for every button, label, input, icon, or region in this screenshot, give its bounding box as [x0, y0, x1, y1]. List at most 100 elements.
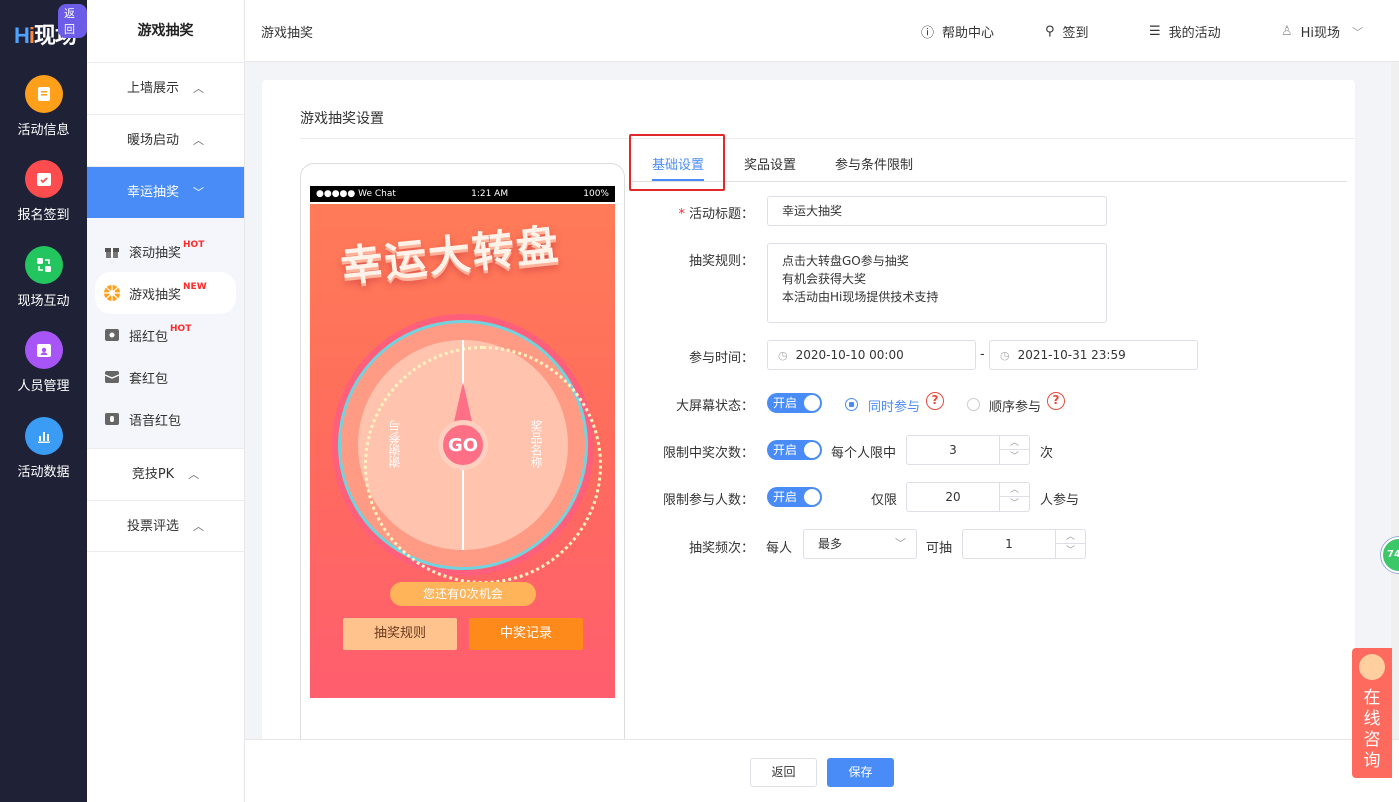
chevron-down-icon[interactable]: ﹀ — [1000, 497, 1029, 511]
online-consult-button[interactable]: 在线咨询 — [1352, 648, 1392, 778]
rules-label: 抽奖规则： — [688, 254, 754, 269]
limit-win-stepper[interactable]: 3 ︿ ﹀ — [906, 435, 1030, 465]
sub-item-label: 摇红包 — [129, 329, 169, 345]
prize-wheel: 谢谢参与 奖品名称 GO — [332, 314, 602, 584]
sub-item-label: 语音红包 — [129, 413, 182, 429]
limit-win-switch[interactable]: 开启 — [767, 440, 822, 460]
frequency-stepper[interactable]: 1 ︿ ﹀ — [962, 529, 1086, 559]
cover-redpacket-icon — [103, 368, 121, 386]
radio-simultaneous-label[interactable]: 同时参与 — [868, 396, 920, 415]
limit-people-suffix: 人参与 — [1040, 493, 1080, 508]
title-input[interactable]: 幸运大抽奖 — [767, 196, 1107, 226]
settings-card: 游戏抽奖设置 ●●●●● We Chat 1:21 AM 100% 幸运大转盘 … — [262, 80, 1355, 783]
chevron-up-icon: ︿ — [193, 82, 204, 95]
radio-simultaneous[interactable] — [845, 398, 858, 411]
scrollbar[interactable] — [1391, 62, 1399, 739]
frequency-mid: 可抽 — [926, 541, 953, 556]
limit-people-switch[interactable]: 开启 — [767, 487, 822, 507]
shake-redpacket-icon — [103, 326, 121, 344]
menu-group-label: 竞技PK — [131, 467, 175, 482]
menu-group-vote[interactable]: 投票评选 ︿ — [87, 500, 244, 552]
start-time-value: 2020-10-10 00:00 — [795, 348, 904, 362]
rail-item-data[interactable]: 活动数据 — [0, 417, 87, 480]
records-button[interactable]: 中奖记录 — [469, 618, 583, 650]
support-avatar-icon — [1359, 654, 1385, 680]
voice-redpacket-icon — [103, 410, 121, 428]
user-name: Hi现场 — [1300, 26, 1341, 41]
sub-item-cover-redpacket[interactable]: 套红包 — [87, 356, 244, 398]
frequency-select-value: 最多 — [818, 537, 843, 551]
help-icon[interactable]: ? — [926, 392, 944, 410]
end-time-value: 2021-10-31 23:59 — [1017, 348, 1126, 362]
stepper-arrows: ︿ ﹀ — [999, 436, 1029, 464]
chevron-up-icon[interactable]: ︿ — [1000, 483, 1029, 497]
help-center-link[interactable]: ⓘ 帮助中心 — [921, 22, 994, 41]
footer-bar: 返回 保存 — [245, 739, 1399, 802]
rail-item-signup[interactable]: 报名签到 — [0, 160, 87, 223]
floating-badge[interactable]: 74 — [1381, 537, 1399, 573]
screen-status-switch[interactable]: 开启 — [767, 393, 822, 413]
stepper-arrows: ︿ ﹀ — [999, 483, 1029, 511]
settings-tabs: 基础设置 奖品设置 参与条件限制 — [632, 146, 1347, 182]
menu-group-wall[interactable]: 上墙展示 ︿ — [87, 62, 244, 114]
screen-status-label: 大屏幕状态： — [675, 399, 754, 414]
sub-item-shake-redpacket[interactable]: 摇红包 HOT — [87, 314, 244, 356]
back-button[interactable]: 返回 — [750, 758, 817, 787]
limit-win-value[interactable]: 3 — [907, 436, 999, 464]
left-rail: Hi现场 返回 活动信息 报名签到 现场互动 人员管理 活动数据 — [0, 0, 87, 802]
menu-group-warmup[interactable]: 暖场启动 ︿ — [87, 114, 244, 166]
rules-textarea[interactable]: 点击大转盘GO参与抽奖 有机会获得大奖 本活动由Hi现场提供技术支持 — [767, 243, 1107, 323]
limit-people-label: 限制参与人数： — [662, 493, 754, 508]
start-time-input[interactable]: ◷ 2020-10-10 00:00 — [767, 340, 976, 370]
hot-tag: HOT — [183, 240, 205, 250]
user-menu[interactable]: ♙ Hi现场 ﹀ — [1281, 22, 1363, 41]
limit-people-prefix: 仅限 — [871, 493, 898, 508]
frequency-value[interactable]: 1 — [963, 530, 1055, 558]
chevron-down-icon[interactable]: ﹀ — [1000, 450, 1029, 464]
tab-prizes[interactable]: 奖品设置 — [744, 154, 796, 173]
menu-group-label: 上墙展示 — [126, 81, 179, 96]
tab-conditions[interactable]: 参与条件限制 — [835, 154, 913, 173]
checkin-link[interactable]: ⚲ 签到 — [1045, 22, 1089, 41]
end-time-input[interactable]: ◷ 2021-10-31 23:59 — [989, 340, 1198, 370]
frequency-select[interactable]: 最多 ﹀ — [803, 529, 917, 559]
time-separator: - — [980, 347, 985, 362]
chevron-up-icon: ︿ — [188, 468, 200, 481]
rail-label: 人员管理 — [17, 379, 70, 394]
limit-people-stepper[interactable]: 20 ︿ ﹀ — [906, 482, 1030, 512]
wheel-icon — [103, 284, 121, 302]
sub-item-scroll-draw[interactable]: 滚动抽奖 HOT — [87, 230, 244, 272]
menu-group-lucky-draw[interactable]: 幸运抽奖 ﹀ — [87, 166, 244, 218]
limit-people-value[interactable]: 20 — [907, 483, 999, 511]
chevron-up-icon[interactable]: ︿ — [1056, 530, 1085, 544]
menu-group-pk[interactable]: 竞技PK ︿ — [87, 448, 244, 500]
sub-item-voice-redpacket[interactable]: 语音红包 — [87, 398, 244, 440]
new-tag: NEW — [183, 282, 207, 292]
sub-item-game-draw[interactable]: 游戏抽奖 NEW — [95, 272, 236, 314]
go-button[interactable]: GO — [438, 420, 488, 470]
prize-right-label: 奖品名称 — [529, 420, 543, 468]
rules-button[interactable]: 抽奖规则 — [343, 618, 457, 650]
rail-item-activity-info[interactable]: 活动信息 — [0, 75, 87, 138]
consult-label: 在线咨询 — [1363, 688, 1381, 771]
back-badge[interactable]: 返回 — [58, 4, 87, 38]
rail-item-people[interactable]: 人员管理 — [0, 331, 87, 394]
chevron-down-icon[interactable]: ﹀ — [1056, 544, 1085, 558]
radio-sequential[interactable] — [967, 398, 980, 411]
location-pin-icon: ⚲ — [1045, 24, 1055, 39]
bar-chart-icon — [24, 417, 63, 455]
rules-line: 点击大转盘GO参与抽奖 — [782, 254, 909, 268]
limit-win-prefix: 每个人限中 — [831, 446, 897, 461]
document-icon — [24, 75, 63, 113]
radio-sequential-label[interactable]: 顺序参与 — [989, 396, 1041, 415]
clock-icon: ◷ — [1000, 349, 1010, 362]
highlight-box — [629, 134, 725, 191]
checkin-label: 签到 — [1062, 26, 1089, 41]
chevron-up-icon[interactable]: ︿ — [1000, 436, 1029, 450]
save-button[interactable]: 保存 — [827, 758, 894, 787]
limit-win-label: 限制中奖次数： — [662, 446, 754, 461]
list-icon: ☰ — [1149, 24, 1161, 39]
help-icon[interactable]: ? — [1047, 392, 1065, 410]
rail-item-interaction[interactable]: 现场互动 — [0, 246, 87, 309]
my-activities-link[interactable]: ☰ 我的活动 — [1149, 22, 1221, 41]
